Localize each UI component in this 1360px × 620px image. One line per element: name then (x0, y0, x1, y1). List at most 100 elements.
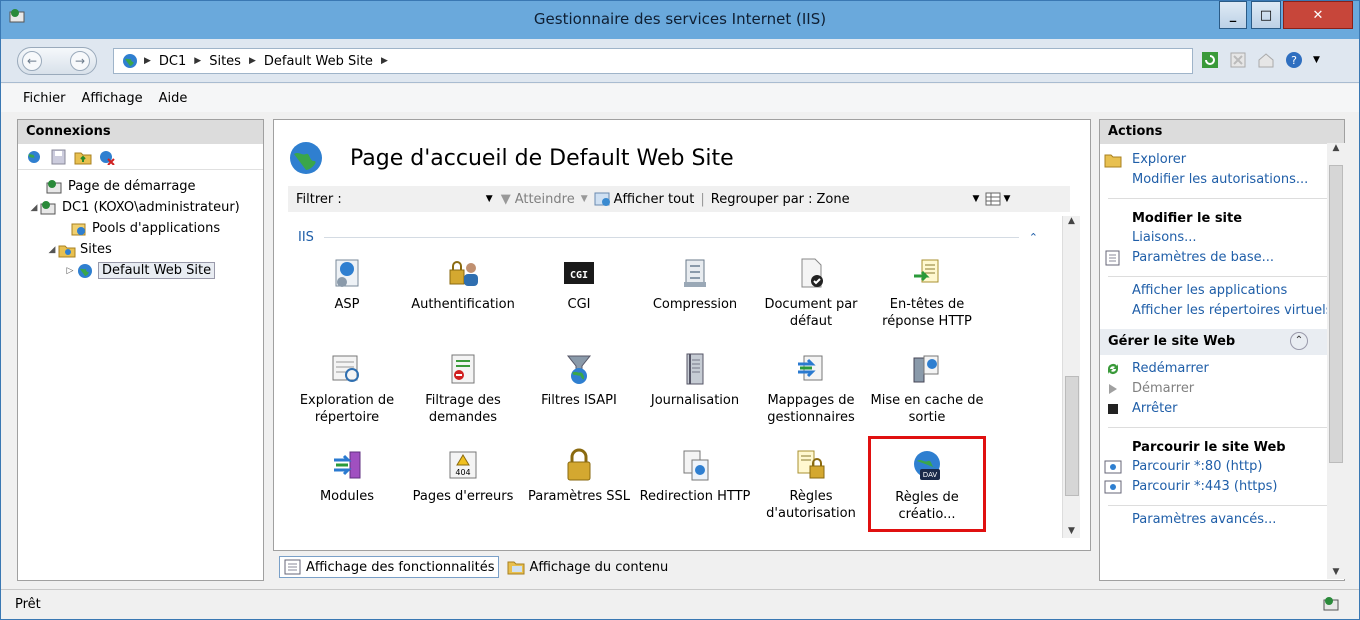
action-stop[interactable]: Arrêter (1100, 401, 1344, 421)
feature-request-filtering[interactable]: Filtrage des demandes (404, 352, 522, 426)
tree-node-sites[interactable]: ◢ Sites (18, 239, 263, 260)
feature-ssl-settings[interactable]: Paramètres SSL (520, 448, 638, 505)
save-icon[interactable] (50, 149, 68, 165)
feature-default-document[interactable]: Document par défaut (752, 256, 870, 330)
action-bindings[interactable]: Liaisons... (1100, 230, 1344, 250)
action-view-virtual-directories[interactable]: Afficher les répertoires virtuels (1100, 303, 1344, 323)
globe-icon (78, 263, 92, 278)
ssl-lock-icon (567, 448, 591, 481)
feature-authorization-rules[interactable]: Règles d'autorisation (752, 448, 870, 522)
scroll-thumb[interactable] (1065, 376, 1079, 496)
filter-label: Filtrer : (296, 191, 342, 207)
scroll-down-icon[interactable]: ▼ (1327, 567, 1345, 577)
feature-webdav-authoring-rules[interactable]: DAV Règles de créatio... (868, 436, 986, 532)
forward-button[interactable]: → (70, 51, 90, 71)
globe-icon (123, 54, 137, 68)
feature-http-redirect[interactable]: Redirection HTTP (636, 448, 754, 505)
action-advanced-settings[interactable]: Paramètres avancés... (1100, 512, 1344, 532)
up-folder-icon[interactable] (74, 149, 92, 165)
home-icon[interactable] (1257, 51, 1275, 69)
asp-icon (335, 259, 359, 287)
close-button[interactable]: ✕ (1283, 1, 1353, 29)
scroll-down-icon[interactable]: ▼ (1063, 526, 1080, 536)
goto-dropdown-icon[interactable]: ▼ (581, 194, 588, 204)
view-mode-icon[interactable] (985, 191, 1003, 207)
action-view-applications[interactable]: Afficher les applications (1100, 283, 1344, 303)
action-edit-permissions[interactable]: Modifier les autorisations... (1100, 172, 1344, 192)
action-explore[interactable]: Explorer (1100, 152, 1344, 172)
tree-node-default-web-site[interactable]: ▷ Default Web Site (18, 260, 263, 281)
feature-cgi[interactable]: CGI CGI (520, 256, 638, 313)
feature-compression[interactable]: Compression (636, 256, 754, 313)
feature-asp[interactable]: ASP (288, 256, 406, 313)
features-scrollbar[interactable]: ▲ ▼ (1062, 216, 1080, 538)
filter-input[interactable] (342, 190, 486, 208)
page-title: Page d'accueil de Default Web Site (350, 145, 734, 171)
features-panel: Page d'accueil de Default Web Site Filtr… (273, 119, 1091, 551)
menu-view[interactable]: Affichage (82, 91, 143, 106)
logging-icon (686, 353, 704, 385)
filter-dropdown-icon[interactable]: ▼ (486, 194, 493, 204)
action-basic-settings[interactable]: Paramètres de base... (1100, 250, 1344, 270)
response-headers-icon (914, 259, 939, 283)
maximize-button[interactable]: □ (1251, 1, 1281, 29)
svg-text:?: ? (1291, 54, 1297, 67)
divider (1108, 427, 1336, 428)
browse-icon (1104, 480, 1122, 494)
view-tabs: Affichage des fonctionnalités Affichage … (279, 555, 672, 579)
scroll-up-icon[interactable]: ▲ (1063, 216, 1080, 226)
action-browse-http[interactable]: Parcourir *:80 (http) (1100, 459, 1344, 479)
scroll-thumb[interactable] (1329, 165, 1343, 463)
collapse-group-icon[interactable]: ⌃ (1029, 231, 1038, 244)
connect-icon[interactable] (26, 149, 44, 165)
authentication-icon (449, 261, 478, 286)
breadcrumb[interactable]: ▶ DC1 ▶ Sites ▶ Default Web Site ▶ (113, 48, 1193, 74)
feature-output-caching[interactable]: Mise en cache de sortie (868, 352, 986, 426)
stop-square-icon (1108, 404, 1118, 414)
action-start[interactable]: Démarrer (1100, 381, 1344, 401)
start-icon (1109, 384, 1117, 394)
tree-node-server[interactable]: ◢ DC1 (KOXO\administrateur) (18, 197, 263, 218)
group-by-dropdown-icon[interactable]: ▼ (973, 194, 980, 204)
chevron-down-icon[interactable]: ▼ (1313, 55, 1320, 65)
scroll-up-icon[interactable]: ▲ (1327, 143, 1345, 153)
tree-node-app-pools[interactable]: Pools d'applications (18, 218, 263, 239)
tree-node-start-page[interactable]: Page de démarrage (18, 176, 263, 197)
feature-error-pages[interactable]: 404 Pages d'erreurs (404, 448, 522, 505)
disconnect-icon[interactable] (98, 149, 116, 165)
feature-http-response-headers[interactable]: En-têtes de réponse HTTP (868, 256, 986, 330)
feature-handler-mappings[interactable]: Mappages de gestionnaires (752, 352, 870, 426)
svg-text:DAV: DAV (923, 471, 938, 479)
refresh-icon[interactable] (1201, 51, 1219, 69)
feature-modules[interactable]: Modules (288, 448, 406, 505)
group-by-select[interactable]: Zone (817, 192, 973, 207)
back-button[interactable]: ← (22, 51, 42, 71)
feature-isapi-filters[interactable]: Filtres ISAPI (520, 352, 638, 409)
menu-help[interactable]: Aide (159, 91, 188, 106)
action-restart[interactable]: Redémarrer (1100, 361, 1344, 381)
stop-icon[interactable] (1229, 51, 1247, 69)
tab-content-view[interactable]: Affichage du contenu (503, 557, 672, 577)
feature-directory-browsing[interactable]: Exploration de répertoire (288, 352, 406, 426)
actions-scrollbar[interactable]: ▲ ▼ (1327, 143, 1345, 579)
divider (1108, 505, 1336, 506)
minimize-button[interactable]: _ (1219, 1, 1247, 29)
chevron-right-icon: ▶ (144, 56, 151, 66)
show-all-button[interactable]: Afficher tout (614, 192, 695, 207)
breadcrumb-sites[interactable]: Sites (209, 54, 241, 69)
expand-icon[interactable]: ▷ (64, 266, 76, 276)
tab-features-view[interactable]: Affichage des fonctionnalités (279, 556, 500, 578)
help-icon[interactable]: ? (1285, 51, 1303, 69)
feature-authentication[interactable]: Authentification (404, 256, 522, 313)
collapse-section-icon[interactable]: ⌃ (1290, 332, 1308, 350)
breadcrumb-dc1[interactable]: DC1 (159, 54, 186, 69)
menu-file[interactable]: Fichier (23, 91, 66, 106)
collapse-icon[interactable]: ◢ (46, 245, 58, 255)
isapi-filters-icon (566, 355, 592, 384)
breadcrumb-default-web-site[interactable]: Default Web Site (264, 54, 373, 69)
view-mode-dropdown-icon[interactable]: ▼ (1003, 194, 1010, 204)
goto-button[interactable]: Atteindre (515, 192, 575, 207)
feature-logging[interactable]: Journalisation (636, 352, 754, 409)
collapse-icon[interactable]: ◢ (28, 203, 40, 213)
action-browse-https[interactable]: Parcourir *:443 (https) (1100, 479, 1344, 499)
